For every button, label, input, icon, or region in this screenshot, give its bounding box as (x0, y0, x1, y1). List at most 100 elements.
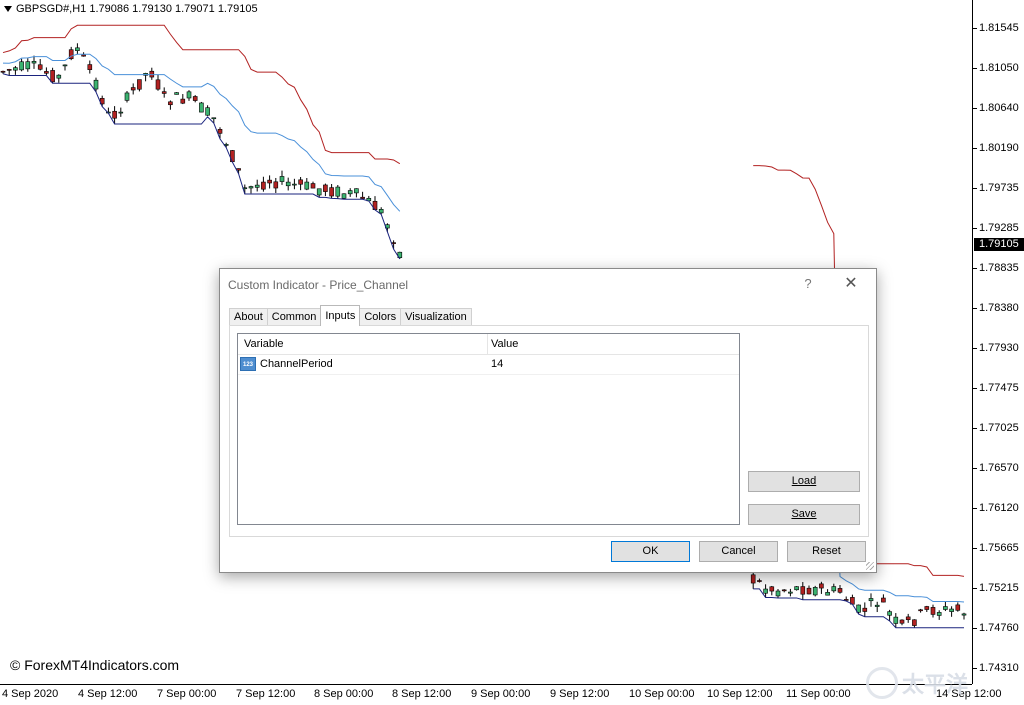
candle-body (354, 188, 359, 194)
candle-body (93, 79, 99, 90)
candle-body (37, 64, 43, 70)
header-variable[interactable]: Variable (244, 338, 284, 350)
candle-body (812, 587, 818, 596)
watermark-circle-icon (866, 667, 898, 699)
load-label: Load (791, 475, 817, 487)
candle-body (912, 619, 917, 626)
candle-body (261, 181, 266, 190)
candle-body (87, 64, 93, 70)
candle-body (174, 92, 179, 95)
candle-body (918, 609, 923, 612)
candle-body (75, 47, 80, 51)
resize-grip-icon[interactable] (866, 562, 874, 570)
candle-body (31, 61, 37, 64)
tab-visualization[interactable]: Visualization (400, 308, 472, 326)
candle-body (825, 592, 830, 596)
candle-body (905, 616, 911, 620)
header-value[interactable]: Value (491, 338, 518, 350)
reset-button[interactable]: Reset (787, 541, 866, 562)
price-label: 1.79735 (979, 182, 1019, 194)
candle-body (806, 587, 812, 595)
candle-body (316, 188, 322, 196)
tab-colors[interactable]: Colors (359, 308, 402, 326)
price-label: 1.74760 (979, 622, 1019, 634)
candle-body (304, 181, 310, 190)
candle-body (329, 187, 334, 197)
candle-body (155, 79, 161, 90)
price-tick (973, 68, 977, 69)
candle-body (788, 591, 793, 594)
candle-body (50, 70, 55, 83)
time-label: 7 Sep 12:00 (236, 688, 296, 700)
candle-body (775, 590, 781, 597)
candle-body (273, 181, 279, 189)
candle-body (292, 183, 297, 186)
candle-body (769, 586, 775, 592)
column-separator[interactable] (487, 334, 488, 354)
candle-body (360, 196, 365, 199)
table-header: Variable Value (238, 334, 739, 355)
time-axis: 4 Sep 2020 4 Sep 12:00 7 Sep 00:00 7 Sep 12… (0, 684, 1001, 705)
time-label: 10 Sep 12:00 (707, 688, 773, 700)
save-label: Save (791, 508, 817, 520)
copyright-text: © ForexMT4Indicators.com (10, 657, 180, 673)
candle-body (211, 117, 217, 120)
candle-body (248, 186, 254, 189)
candle-body (279, 176, 285, 182)
tab-about[interactable]: About (229, 308, 268, 326)
price-label: 1.77475 (979, 382, 1019, 394)
load-button[interactable]: Load (748, 471, 860, 492)
table-row[interactable]: 123 ChannelPeriod 14 (238, 354, 739, 375)
candle-body (44, 71, 49, 74)
close-button[interactable]: ✕ (842, 275, 860, 293)
cancel-button[interactable]: Cancel (699, 541, 778, 562)
price-tick (973, 148, 977, 149)
candle-body (955, 604, 961, 611)
candle-body (112, 110, 117, 119)
time-label: 4 Sep 2020 (2, 688, 59, 700)
candle-body (236, 168, 241, 171)
candle-body (378, 209, 384, 214)
tab-bar: About Common Inputs Colors Visualization (229, 305, 472, 326)
tab-inputs[interactable]: Inputs (320, 305, 361, 326)
candle-body (930, 607, 936, 615)
candle-body (750, 574, 756, 584)
candle-body (118, 111, 124, 114)
price-tick (973, 348, 977, 349)
custom-indicator-dialog: Custom Indicator - Price_Channel ? ✕ Abo… (219, 268, 877, 573)
symbol-info: GBPSGD#,H1 1.79086 1.79130 1.79071 1.791… (16, 3, 258, 15)
candle-body (881, 597, 886, 603)
candle-body (285, 181, 291, 187)
candle-body (62, 64, 68, 67)
candle-body (161, 91, 167, 94)
save-button[interactable]: Save (748, 504, 860, 525)
time-label: 9 Sep 00:00 (471, 688, 531, 700)
variable-value[interactable]: 14 (491, 358, 503, 370)
price-tick (973, 508, 977, 509)
inputs-table: Variable Value 123 ChannelPeriod 14 (237, 333, 740, 525)
time-label: 10 Sep 00:00 (629, 688, 695, 700)
candle-body (25, 61, 31, 70)
price-tick (973, 628, 977, 629)
time-label: 8 Sep 12:00 (392, 688, 452, 700)
help-button[interactable]: ? (800, 276, 816, 291)
inputs-panel: Variable Value 123 ChannelPeriod 14 Load… (229, 325, 869, 537)
candle-body (893, 616, 899, 624)
candle-body (267, 179, 272, 184)
time-label: 4 Sep 12:00 (78, 688, 138, 700)
candle-body (800, 586, 806, 595)
candle-body (323, 184, 328, 192)
price-tick (973, 188, 977, 189)
price-label: 1.80190 (979, 142, 1019, 154)
tab-common[interactable]: Common (266, 308, 322, 326)
candle-body (943, 606, 948, 610)
candle-body (180, 98, 186, 104)
price-tick (973, 28, 977, 29)
candle-body (887, 611, 892, 616)
candle-body (899, 619, 905, 624)
integer-type-icon: 123 (240, 357, 256, 371)
candle-body (13, 67, 18, 71)
dropdown-triangle-icon[interactable] (4, 6, 12, 12)
ok-button[interactable]: OK (611, 541, 690, 562)
candle-body (0, 70, 6, 73)
